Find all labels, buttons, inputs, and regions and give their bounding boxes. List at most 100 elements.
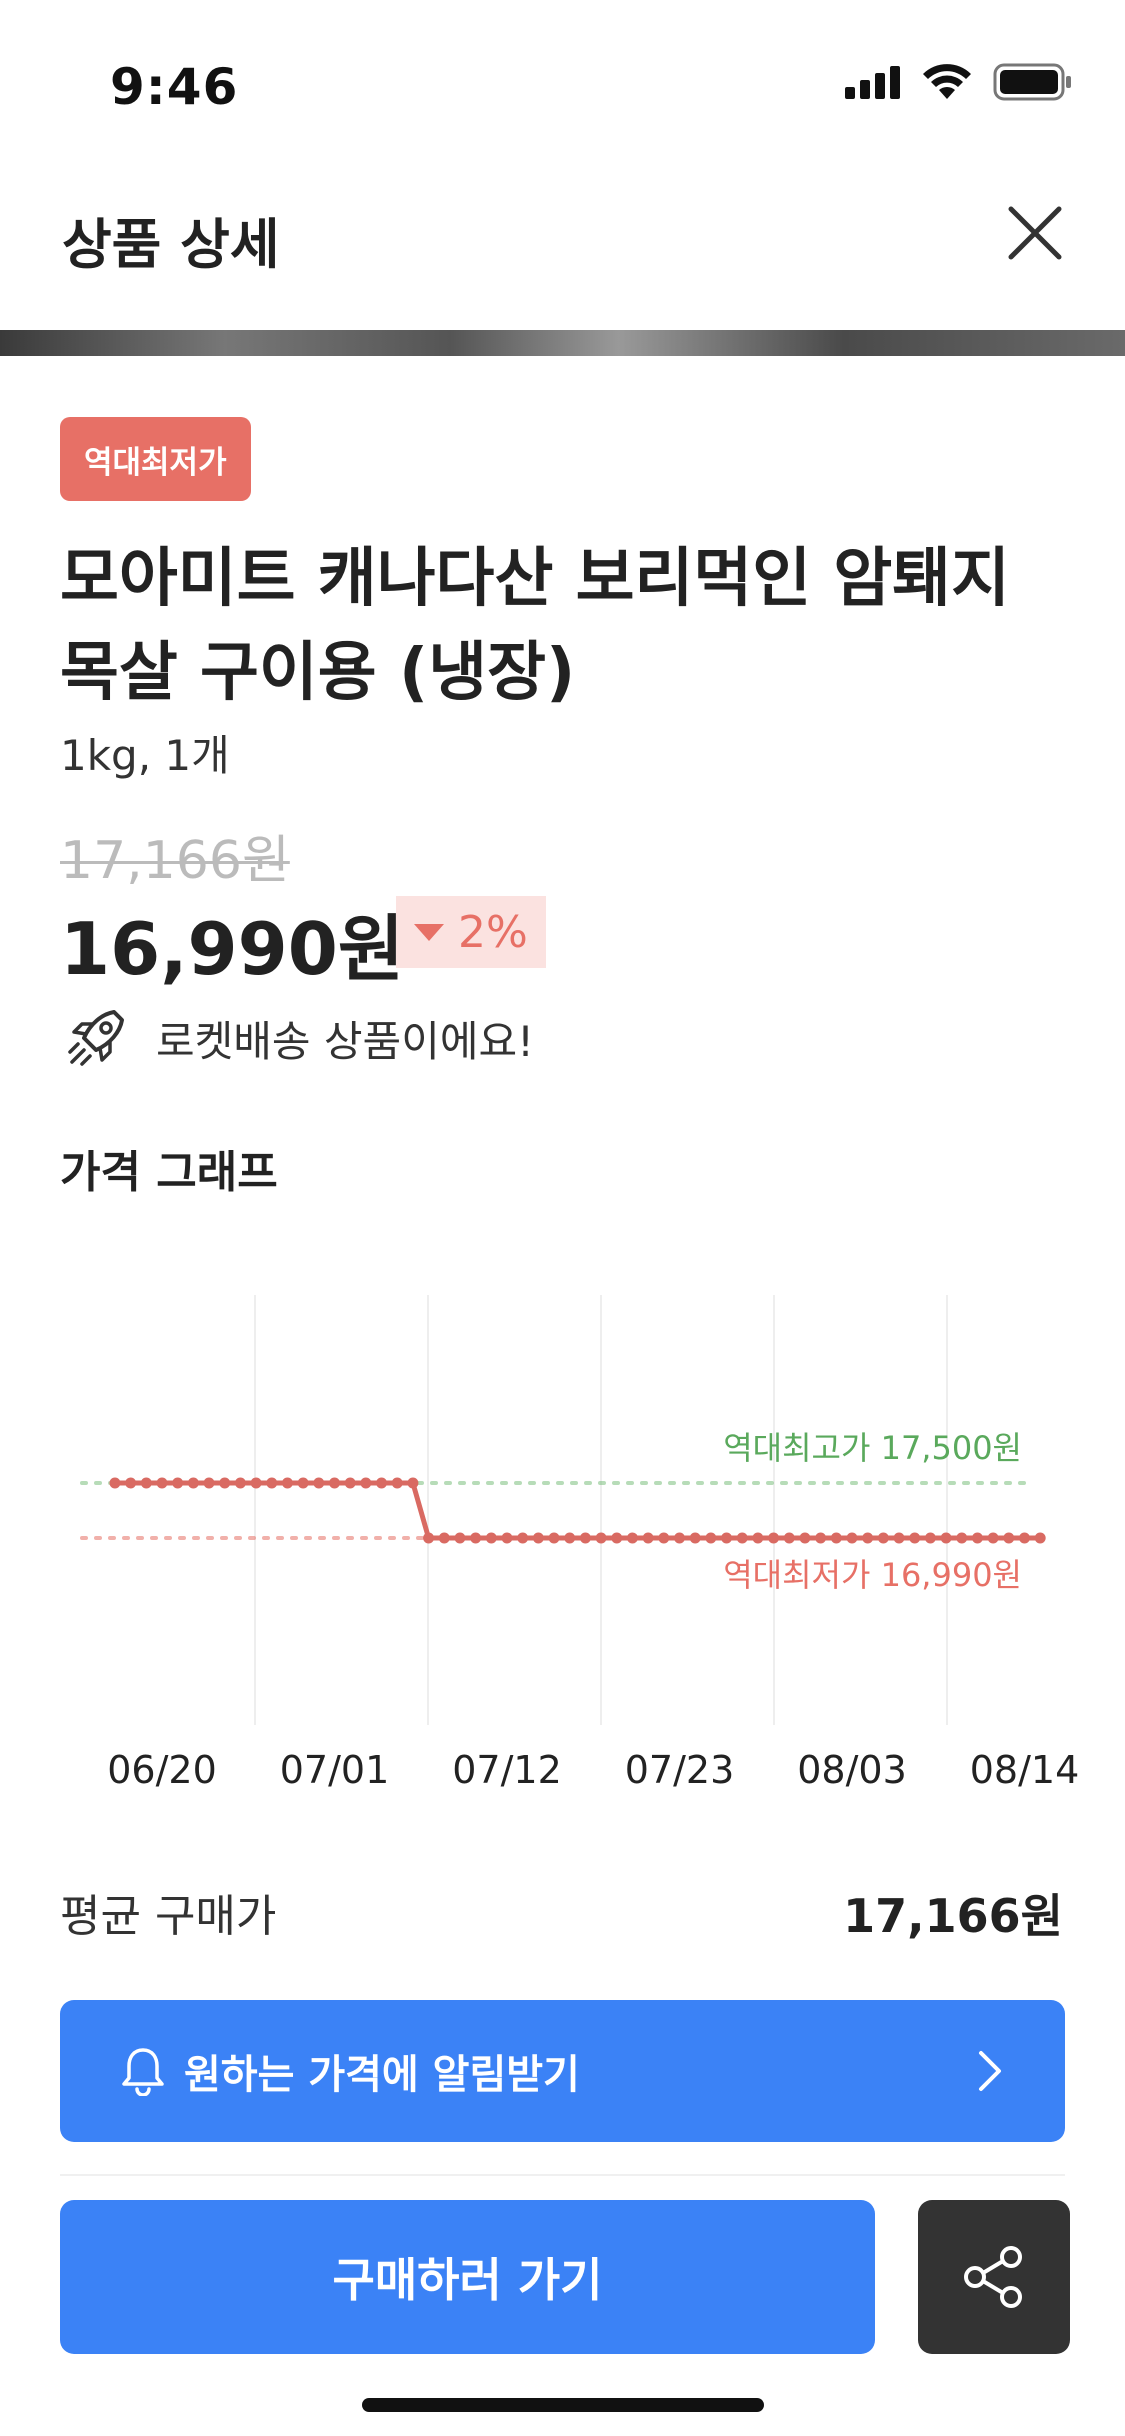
price-point (454, 1532, 466, 1544)
price-point (689, 1532, 701, 1544)
original-price: 17,166원 (60, 831, 290, 891)
price-point (266, 1477, 278, 1489)
price-alert-label: 원하는 가격에 알림받기 (184, 2052, 580, 2098)
price-point (187, 1477, 199, 1489)
price-point (752, 1532, 764, 1544)
price-point (360, 1477, 372, 1489)
price-point (281, 1477, 293, 1489)
price-point (595, 1532, 607, 1544)
price-point (971, 1532, 983, 1544)
graph-title: 가격 그래프 (60, 1147, 278, 1198)
x-tick-label: 07/23 (625, 1748, 735, 1792)
price-point (329, 1477, 340, 1489)
price-point (768, 1532, 780, 1544)
price-point (956, 1532, 968, 1544)
price-point (579, 1532, 591, 1544)
discount-value: 2% (458, 906, 528, 958)
price-point (109, 1477, 121, 1489)
price-point (548, 1532, 560, 1544)
price-point (172, 1477, 184, 1489)
product-image-strip (0, 330, 1125, 356)
page-title: 상품 상세 (62, 213, 280, 276)
price-point (893, 1532, 905, 1544)
price-point (250, 1477, 262, 1489)
price-point (940, 1532, 952, 1544)
price-point (783, 1532, 795, 1544)
price-point (532, 1532, 544, 1544)
x-tick-label: 06/20 (107, 1748, 217, 1792)
status-time: 9:46 (110, 58, 239, 116)
price-point (344, 1477, 356, 1489)
chevron-right-icon (979, 2051, 1001, 2091)
product-title: 모아미트 캐나다산 보리먹인 암퇘지 목살 구이용 (냉장) (60, 542, 1011, 710)
close-button[interactable] (997, 195, 1073, 271)
x-tick-label: 07/12 (452, 1748, 562, 1792)
price-point (376, 1477, 388, 1489)
bell-icon (122, 2048, 164, 2096)
price-point (391, 1477, 403, 1489)
price-point (815, 1532, 827, 1544)
price-point (485, 1532, 497, 1544)
x-tick-label: 07/01 (280, 1748, 390, 1792)
price-point (297, 1477, 309, 1489)
share-button[interactable] (918, 2200, 1070, 2354)
price-point (1003, 1532, 1015, 1544)
x-tick-label: 08/03 (797, 1748, 907, 1792)
price-point (203, 1477, 215, 1489)
price-point (517, 1532, 529, 1544)
divider (60, 2174, 1065, 2176)
product-option: 1kg, 1개 (60, 731, 230, 780)
price-point (862, 1532, 874, 1544)
price-point (642, 1532, 654, 1544)
lowest-price-badge: 역대최저가 (60, 417, 251, 501)
price-point (313, 1477, 325, 1489)
price-alert-button[interactable]: 원하는 가격에 알림받기 (60, 2000, 1065, 2142)
reference-label: 역대최저가 16,990원 (723, 1556, 1022, 1594)
down-triangle-icon (414, 923, 444, 941)
price-point (125, 1477, 137, 1489)
sale-price: 16,990원 (60, 907, 405, 991)
price-point (877, 1532, 889, 1544)
signal-icon (845, 66, 900, 99)
price-point (564, 1532, 576, 1544)
discount-badge: 2% (396, 896, 546, 968)
price-point (705, 1532, 717, 1544)
price-point (626, 1532, 638, 1544)
reference-label: 역대최고가 17,500원 (723, 1429, 1022, 1467)
price-point (140, 1477, 152, 1489)
price-point (423, 1532, 435, 1544)
price-point (234, 1477, 246, 1489)
wifi-icon (923, 64, 971, 99)
price-point (721, 1532, 733, 1544)
share-icon (964, 2246, 1022, 2308)
price-series-line (114, 1480, 1041, 1541)
price-point (438, 1532, 450, 1544)
price-point (736, 1532, 748, 1544)
price-point (156, 1477, 168, 1489)
price-point (219, 1477, 231, 1489)
x-tick-label: 08/14 (970, 1748, 1080, 1792)
price-point (909, 1532, 921, 1544)
price-point (830, 1532, 842, 1544)
buy-button[interactable]: 구매하러 가기 (60, 2200, 875, 2354)
price-point (611, 1532, 623, 1544)
status-icons (843, 62, 1073, 102)
battery-icon (993, 63, 1071, 101)
avg-price-value: 17,166원 (843, 1889, 1063, 1943)
close-icon (1008, 206, 1062, 260)
rocket-icon (68, 1010, 124, 1066)
price-point (674, 1532, 685, 1544)
price-point (987, 1532, 999, 1544)
avg-price-label: 평균 구매가 (60, 1891, 277, 1942)
price-point (799, 1532, 811, 1544)
rocket-delivery-text: 로켓배송 상품이에요! (156, 1017, 534, 1066)
price-point (924, 1532, 936, 1544)
price-point (1019, 1532, 1030, 1544)
price-point (470, 1532, 482, 1544)
price-point (658, 1532, 670, 1544)
price-point (407, 1477, 419, 1489)
price-point (846, 1532, 858, 1544)
price-point (501, 1532, 513, 1544)
price-chart: 역대최고가 17,500원역대최저가 16,990원 06/20 07/01 07/1… (80, 1295, 1080, 1792)
home-indicator (362, 2398, 764, 2412)
